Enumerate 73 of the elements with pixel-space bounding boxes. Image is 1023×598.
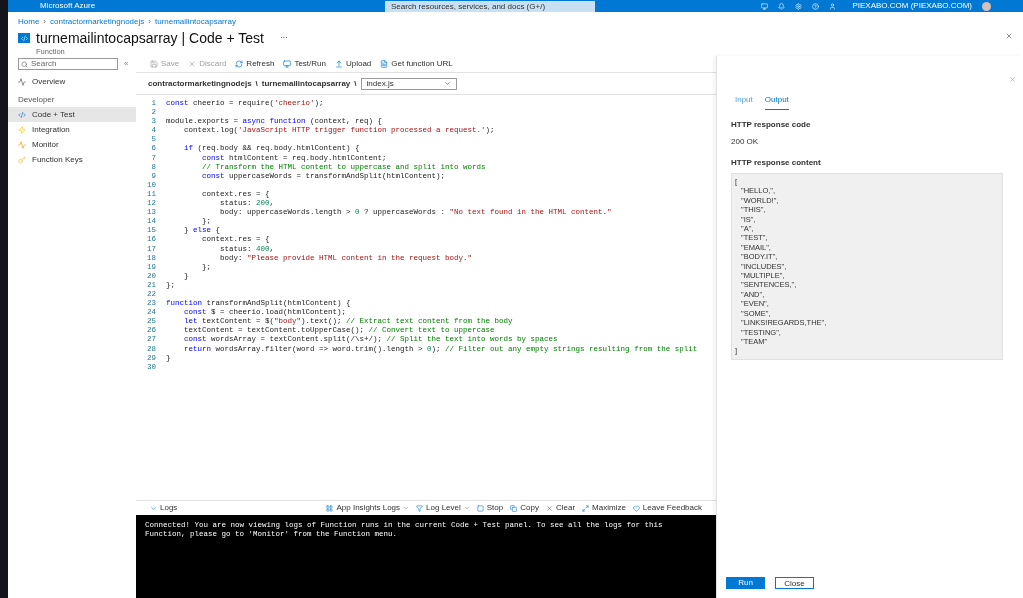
field-label: HTTP response code bbox=[731, 119, 812, 131]
search-field[interactable]: Search resources, services, and docs (G+/) bbox=[385, 0, 595, 12]
tool-icon bbox=[510, 504, 518, 512]
tool-icon bbox=[476, 504, 484, 512]
nav-icon bbox=[18, 110, 26, 119]
sidebar-item[interactable]: Code + Test bbox=[8, 107, 136, 122]
breadcrumb-link[interactable]: turnemailintocapsarray bbox=[154, 16, 236, 28]
tool-icon bbox=[416, 504, 424, 512]
breadcrumb-link[interactable]: Home bbox=[18, 16, 40, 28]
tool-icon bbox=[632, 504, 640, 512]
close-icon[interactable] bbox=[1005, 32, 1013, 40]
log-tool-button[interactable]: Clear bbox=[545, 502, 576, 514]
caret-icon bbox=[463, 505, 470, 511]
panel-tab[interactable]: Output bbox=[764, 94, 789, 110]
page-title: turnemailintocapsarray | Code + Test bbox=[36, 30, 264, 46]
toolbar-icon[interactable] bbox=[829, 2, 837, 10]
toolbar-button[interactable]: Refresh bbox=[235, 58, 275, 70]
log-tool-button[interactable]: Log Level bbox=[416, 502, 470, 514]
sidebar-item[interactable]: Function Keys bbox=[8, 152, 136, 167]
toolbar-button[interactable]: Upload bbox=[334, 58, 372, 70]
more-button[interactable]: ··· bbox=[279, 32, 288, 44]
toolbar-icon bbox=[188, 60, 197, 68]
nav-icon bbox=[18, 140, 26, 149]
brand-name: Microsoft Azure bbox=[40, 0, 97, 12]
logs-toggle[interactable]: Logs bbox=[150, 502, 178, 514]
toolbar-icon bbox=[334, 60, 343, 68]
nav-icon bbox=[18, 77, 26, 86]
path-separator: \ bbox=[255, 77, 258, 90]
toolbar-icon[interactable] bbox=[795, 2, 803, 10]
tool-icon bbox=[545, 504, 553, 512]
breadcrumb-separator: › bbox=[43, 16, 46, 28]
function-icon bbox=[18, 33, 30, 43]
toolbar-icon bbox=[150, 60, 158, 68]
log-tool-button[interactable]: Stop bbox=[476, 502, 504, 514]
breadcrumb-separator: › bbox=[148, 16, 151, 28]
toolbar-icon bbox=[235, 60, 244, 68]
sidebar-item[interactable]: Monitor bbox=[8, 137, 136, 152]
breadcrumb-link[interactable]: contractormarketingnodejs bbox=[50, 16, 145, 28]
log-tool-button[interactable]: App Insights Logs bbox=[326, 502, 410, 514]
log-tool-button[interactable]: Maximize bbox=[582, 502, 626, 514]
avatar[interactable] bbox=[982, 1, 991, 11]
toolbar-icon[interactable] bbox=[761, 2, 769, 10]
nav-icon bbox=[18, 155, 26, 164]
search-icon bbox=[21, 60, 28, 68]
section-heading: Developer bbox=[17, 94, 56, 106]
toolbar-icon[interactable] bbox=[812, 2, 820, 10]
sidebar-item[interactable]: Overview bbox=[8, 74, 136, 89]
toolbar-button[interactable]: Test/Run bbox=[283, 58, 326, 70]
caret-icon bbox=[403, 505, 410, 511]
response-code: 200 OK bbox=[731, 136, 760, 148]
panel-button[interactable]: Run bbox=[726, 577, 765, 589]
log-tool-button[interactable]: Leave Feedback bbox=[632, 502, 702, 514]
toolbar-icon[interactable] bbox=[778, 2, 786, 10]
close-icon[interactable] bbox=[1009, 76, 1016, 83]
field-label: HTTP response content bbox=[731, 157, 822, 169]
panel-button[interactable]: Close bbox=[775, 577, 814, 589]
toolbar-button[interactable]: Get function URL bbox=[380, 58, 453, 70]
file-dropdown[interactable]: index.js bbox=[360, 77, 457, 90]
collapse-button[interactable]: « bbox=[124, 58, 129, 70]
search-field[interactable]: Search bbox=[18, 58, 118, 70]
chevron-icon bbox=[150, 504, 157, 512]
tool-icon bbox=[326, 504, 334, 512]
toolbar-icon bbox=[380, 60, 389, 68]
tool-icon bbox=[582, 504, 590, 512]
nav-icon bbox=[18, 125, 26, 134]
log-tool-button[interactable]: Copy bbox=[510, 502, 539, 514]
path-label: contractormarketingnodejs bbox=[148, 77, 252, 90]
path-label: turnemailintocapsarray bbox=[261, 77, 351, 90]
caret-icon bbox=[443, 80, 451, 87]
sidebar-item[interactable]: Integration bbox=[8, 122, 136, 137]
toolbar-icon bbox=[283, 60, 292, 68]
path-separator: \ bbox=[354, 77, 357, 90]
account-name: PIEXABO.COM (PIEXABO.COM) bbox=[852, 0, 972, 12]
